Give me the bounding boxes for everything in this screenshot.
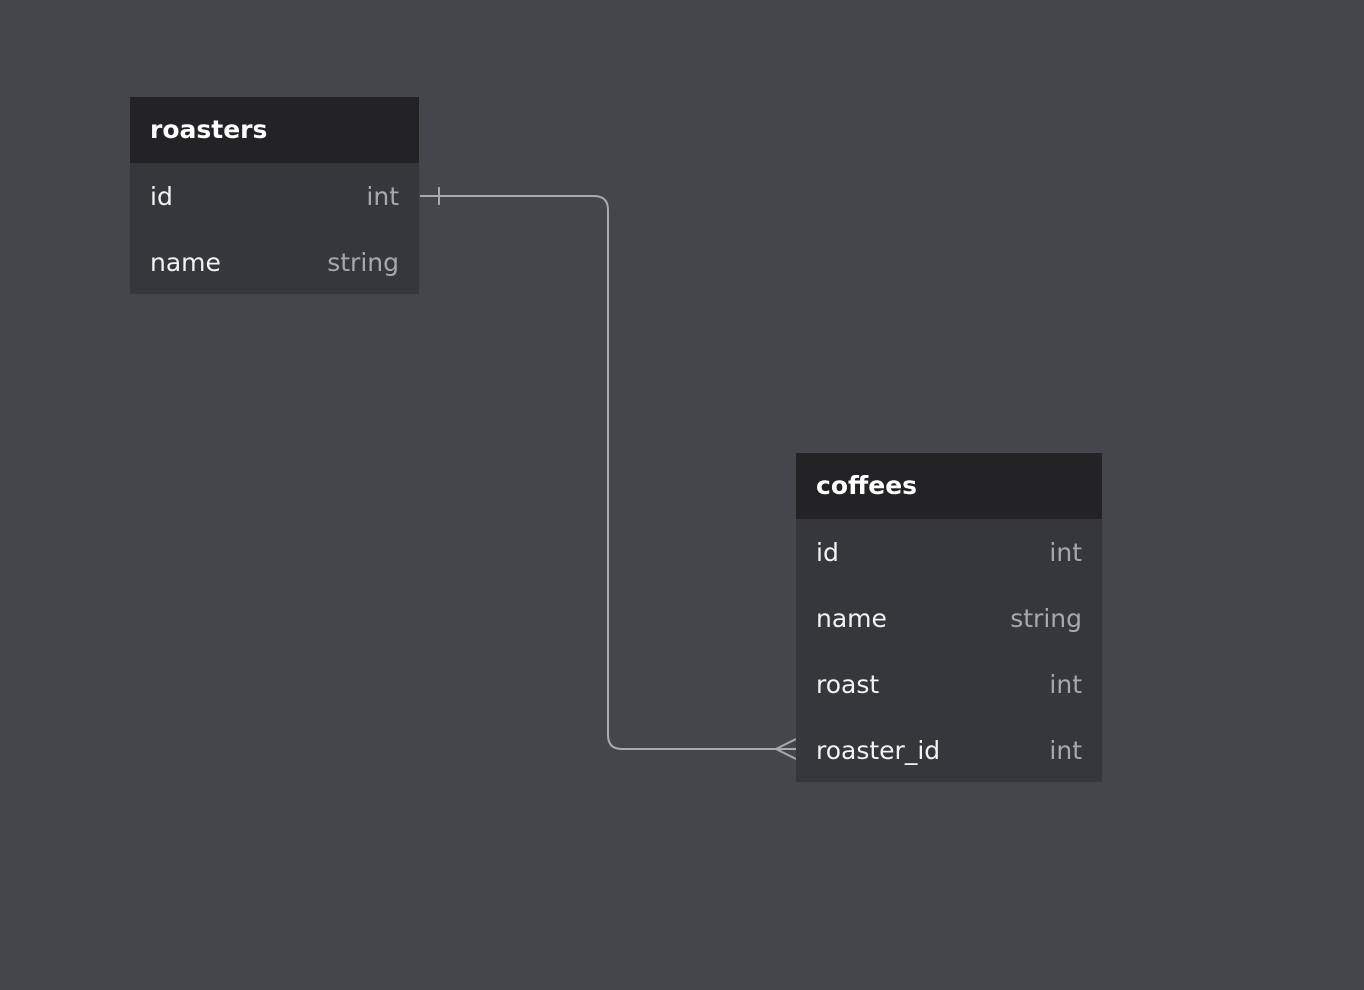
field-row[interactable]: id int: [130, 163, 419, 229]
field-row[interactable]: name string: [796, 585, 1102, 651]
entity-title: roasters: [130, 97, 419, 163]
entity-coffees[interactable]: coffees id int name string roast int roa…: [796, 453, 1102, 782]
many-cardinality-marker: [773, 738, 797, 760]
field-type: int: [1049, 537, 1082, 567]
diagram-canvas: roasters id int name string coffees id i…: [0, 0, 1364, 990]
field-row[interactable]: id int: [796, 519, 1102, 585]
field-name: roaster_id: [816, 735, 941, 765]
field-name: name: [150, 247, 221, 277]
field-row[interactable]: roaster_id int: [796, 717, 1102, 783]
field-type: int: [1049, 735, 1082, 765]
entity-roasters[interactable]: roasters id int name string: [130, 97, 419, 294]
entity-title: coffees: [796, 453, 1102, 519]
relationship-line: [420, 195, 796, 750]
field-row[interactable]: name string: [130, 229, 419, 295]
field-name: id: [816, 537, 839, 567]
field-type: int: [1049, 669, 1082, 699]
field-name: name: [816, 603, 887, 633]
field-type: string: [1010, 603, 1082, 633]
field-type: int: [366, 181, 399, 211]
field-row[interactable]: roast int: [796, 651, 1102, 717]
field-type: string: [327, 247, 399, 277]
field-name: roast: [816, 669, 880, 699]
field-name: id: [150, 181, 173, 211]
